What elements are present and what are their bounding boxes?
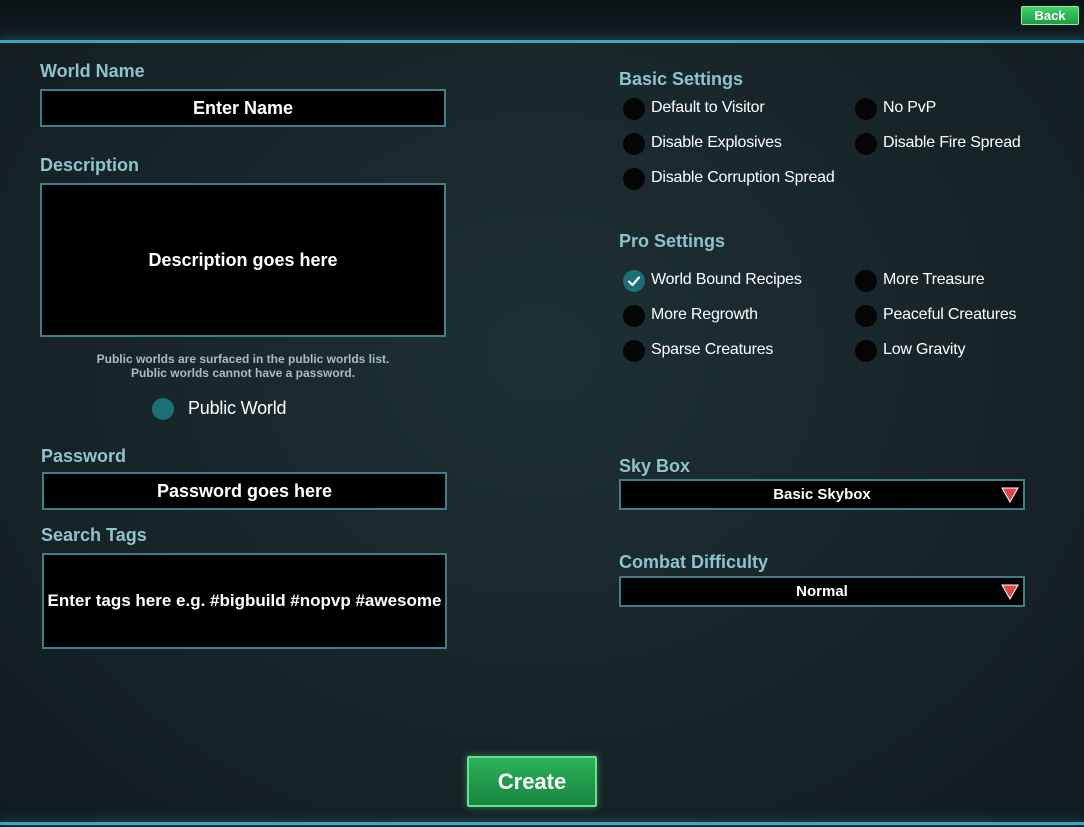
password-input[interactable]: Password goes here (42, 472, 447, 510)
disable-fire-spread-radio[interactable] (855, 133, 877, 155)
disable-explosives-label[interactable]: Disable Explosives (651, 134, 782, 152)
public-note: Public worlds are surfaced in the public… (40, 352, 446, 380)
basic-settings-title: Basic Settings (619, 69, 744, 89)
sky-box-select[interactable]: Basic Skybox (619, 479, 1025, 510)
low-gravity-radio[interactable] (855, 340, 877, 362)
search-tags-input[interactable]: Enter tags here e.g. #bigbuild #nopvp #a… (42, 553, 447, 649)
more-regrowth-radio[interactable] (623, 305, 645, 327)
description-label: Description (40, 155, 140, 175)
default-to-visitor-label[interactable]: Default to Visitor (651, 99, 765, 117)
chevron-down-icon (1001, 584, 1019, 600)
top-bar (0, 0, 1084, 42)
public-note-line2: Public worlds cannot have a password. (130, 366, 356, 380)
no-pvp-label[interactable]: No PvP (883, 99, 936, 117)
peaceful-creatures-label[interactable]: Peaceful Creatures (883, 306, 1017, 324)
combat-difficulty-label: Combat Difficulty (619, 552, 769, 572)
search-tags-placeholder: Enter tags here e.g. #bigbuild #nopvp #a… (47, 591, 442, 610)
public-note-line1: Public worlds are surfaced in the public… (96, 352, 390, 366)
low-gravity-label[interactable]: Low Gravity (883, 341, 965, 359)
world-bound-recipes-radio[interactable] (623, 270, 645, 292)
sky-box-label: Sky Box (619, 456, 691, 476)
disable-explosives-radio[interactable] (623, 133, 645, 155)
sparse-creatures-label[interactable]: Sparse Creatures (651, 341, 773, 359)
disable-corruption-spread-label[interactable]: Disable Corruption Spread (651, 169, 835, 187)
back-button[interactable]: Back (1021, 6, 1079, 25)
no-pvp-radio[interactable] (855, 98, 877, 120)
combat-difficulty-value: Normal (796, 583, 848, 600)
combat-difficulty-select[interactable]: Normal (619, 576, 1025, 607)
disable-fire-spread-label[interactable]: Disable Fire Spread (883, 134, 1021, 152)
sparse-creatures-radio[interactable] (623, 340, 645, 362)
sky-box-value: Basic Skybox (773, 486, 871, 503)
chevron-down-icon (1001, 487, 1019, 503)
peaceful-creatures-radio[interactable] (855, 305, 877, 327)
world-name-input[interactable]: Enter Name (40, 89, 446, 127)
world-bound-recipes-label[interactable]: World Bound Recipes (651, 271, 802, 289)
more-regrowth-label[interactable]: More Regrowth (651, 306, 758, 324)
public-world-toggle[interactable] (152, 398, 174, 420)
default-to-visitor-radio[interactable] (623, 98, 645, 120)
search-tags-label: Search Tags (41, 525, 147, 545)
public-world-label[interactable]: Public World (188, 398, 287, 419)
checkmark-icon (627, 276, 641, 287)
more-treasure-label[interactable]: More Treasure (883, 271, 985, 289)
create-button[interactable]: Create (467, 756, 597, 807)
description-placeholder: Description goes here (148, 249, 338, 270)
bottom-divider (0, 822, 1084, 825)
more-treasure-radio[interactable] (855, 270, 877, 292)
password-placeholder: Password goes here (156, 480, 333, 501)
password-label: Password (41, 446, 127, 466)
world-name-placeholder: Enter Name (192, 97, 294, 118)
create-world-panel (0, 43, 1084, 822)
description-textarea[interactable]: Description goes here (40, 183, 446, 337)
world-name-label: World Name (40, 61, 145, 81)
pro-settings-title: Pro Settings (619, 231, 726, 251)
disable-corruption-spread-radio[interactable] (623, 168, 645, 190)
